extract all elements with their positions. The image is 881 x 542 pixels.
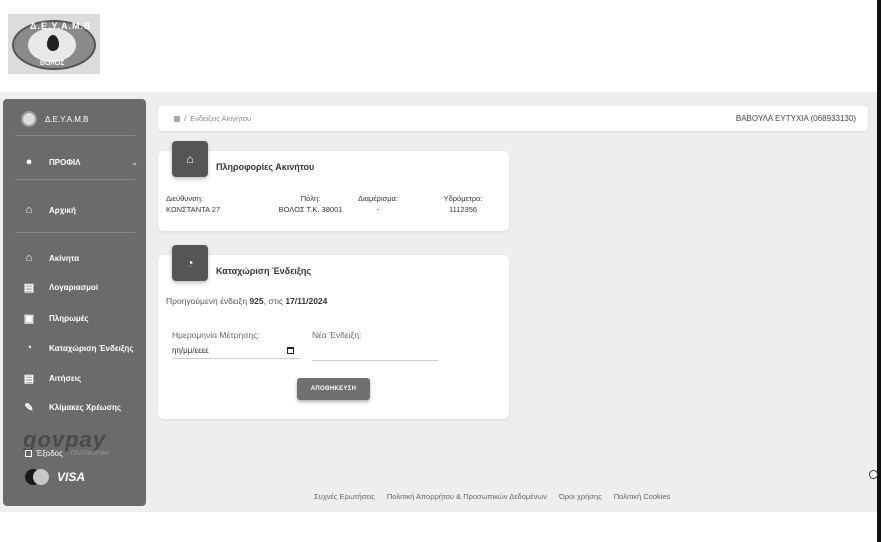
new-reading-label: Νέα Ένδειξη:: [312, 330, 362, 340]
sidebar-item-label: Καταχώριση Ένδειξης: [49, 343, 134, 353]
sidebar-item-label: Κλίμακες Χρέωσης: [49, 402, 122, 412]
footer-links: Συχνές Ερωτήσεις Πολιτική Απορρήτου & Πρ…: [314, 492, 670, 501]
sidebar-divider: [15, 179, 135, 180]
meter-field: Υδρόμετρο: 1112356: [443, 194, 483, 214]
sidebar-item-label: Αρχική: [49, 205, 76, 215]
gauge-icon: ◔: [25, 342, 33, 354]
gauge-icon: ◔: [172, 245, 208, 281]
platform-label: ΠΛΑΤΦΟΡΜΑ: [70, 450, 109, 457]
user-icon: ●: [25, 156, 33, 168]
payment-cards: VISA: [25, 469, 85, 485]
mastercard-icon: [25, 469, 49, 485]
logo-bottom-text: ΒΟΛΟΣ: [40, 60, 65, 67]
sidebar-item-meter-reading[interactable]: ◔ Καταχώριση Ένδειξης: [23, 342, 138, 354]
faq-link[interactable]: Συχνές Ερωτήσεις: [314, 492, 375, 501]
user-name[interactable]: ΒΑΒΟΥΛΑ ΕΥΤΥΧΙΑ (068933130): [736, 114, 856, 123]
sidebar-item-bills[interactable]: ▤ Λογαριασμοί: [23, 281, 138, 294]
sidebar-item-payments[interactable]: ▣ Πληρωμές: [23, 312, 138, 325]
sidebar-item-profile[interactable]: ● ΠΡΟΦΙΛ ⌄: [23, 156, 138, 168]
home-icon: ⌂: [25, 204, 33, 216]
edit-icon: ✎: [24, 401, 34, 414]
sidebar-item-label: Αιτήσεις: [49, 373, 82, 383]
window-edge: [877, 0, 881, 542]
card-title: Πληροφορίες Ακινήτου: [216, 162, 315, 172]
sidebar-item-charge-scales[interactable]: ✎ Κλίμακες Χρέωσης: [23, 401, 138, 414]
sidebar-divider: [15, 135, 135, 136]
terms-link[interactable]: Όροι χρήσης: [559, 492, 602, 501]
breadcrumb: / Ενδείξεις Ακινήτου: [174, 114, 251, 123]
sidebar-brand-label: Δ.Ε.Υ.Α.Μ.Β: [45, 114, 89, 124]
sidebar-item-label: Πληρωμές: [49, 313, 89, 323]
previous-reading: Προηγούμενη ένδειξη 925, στις 17/11/2024: [166, 296, 328, 306]
address-field: Διεύθυνση: ΚΩΝΣΤΑΝΤΑ 27: [166, 194, 221, 214]
visa-logo: VISA: [57, 470, 86, 484]
top-bar: / Ενδείξεις Ακινήτου ΒΑΒΟΥΛΑ ΕΥΤΥΧΙΑ (06…: [158, 106, 868, 131]
sidebar-item-applications[interactable]: ▤ Αιτήσεις: [23, 372, 138, 385]
water-drop-icon: [47, 35, 59, 51]
sidebar-divider: [15, 232, 135, 233]
cookies-link[interactable]: Πολιτική Cookies: [614, 492, 671, 501]
document-icon: ▤: [23, 281, 35, 294]
sidebar-brand[interactable]: Δ.Ε.Υ.Α.Μ.Β: [21, 111, 88, 127]
logout-icon: [25, 450, 32, 457]
home-icon: ⌂: [25, 252, 33, 264]
brand-logo-icon: [21, 111, 37, 127]
sidebar-item-label: Λογαριασμοί: [49, 282, 99, 292]
sidebar-item-label: Έξοδος: [36, 449, 63, 458]
date-label: Ημερομηνία Μέτρησης:: [172, 330, 260, 340]
home-icon: ⌂: [172, 141, 208, 177]
sidebar-item-label: ΠΡΟΦΙΛ: [49, 157, 81, 167]
wallet-icon: ▣: [23, 312, 35, 325]
breadcrumb-current: Ενδείξεις Ακινήτου: [190, 114, 252, 123]
home-icon[interactable]: [174, 115, 180, 122]
city-field: Πόλη: ΒΟΛΟΣ Τ.Κ. 38001: [278, 194, 343, 214]
new-reading-input[interactable]: [312, 345, 438, 361]
measurement-date-input[interactable]: ηη/μμ/εεεε: [172, 343, 300, 359]
sidebar-item-label: Ακίνητα: [49, 253, 80, 263]
sidebar-item-properties[interactable]: ⌂ Ακίνητα: [23, 252, 138, 264]
calendar-icon[interactable]: [287, 347, 294, 354]
property-info-card: ⌂ Πληροφορίες Ακινήτου Διεύθυνση: ΚΩΝΣΤΑ…: [158, 141, 509, 231]
apartment-field: Διαμέρισμα: -: [358, 194, 398, 214]
sidebar: Δ.Ε.Υ.Α.Μ.Β ● ΠΡΟΦΙΛ ⌄ ⌂ Αρχική ⌂ Ακίνητ…: [3, 99, 146, 506]
logo-top-text: Δ.Ε.Υ.Α.Μ.Β: [30, 21, 92, 31]
chat-icon[interactable]: [869, 470, 878, 479]
chevron-down-icon: ⌄: [131, 157, 138, 167]
document-icon: ▤: [23, 372, 35, 385]
sidebar-item-home[interactable]: ⌂ Αρχική: [23, 204, 138, 216]
sidebar-item-exit[interactable]: Έξοδος ΠΛΑΤΦΟΡΜΑ: [25, 449, 109, 458]
meter-reading-card: ◔ Καταχώριση Ένδειξης Προηγούμενη ένδειξ…: [158, 245, 509, 419]
card-title: Καταχώριση Ένδειξης: [216, 266, 312, 276]
deyamv-logo: Δ.Ε.Υ.Α.Μ.Β ΒΟΛΟΣ: [8, 14, 100, 74]
save-button[interactable]: ΑΠΟΘΗΚΕΥΣΗ: [297, 378, 370, 400]
privacy-link[interactable]: Πολιτική Απορρήτου & Προσωπικών Δεδομένω…: [387, 492, 547, 501]
